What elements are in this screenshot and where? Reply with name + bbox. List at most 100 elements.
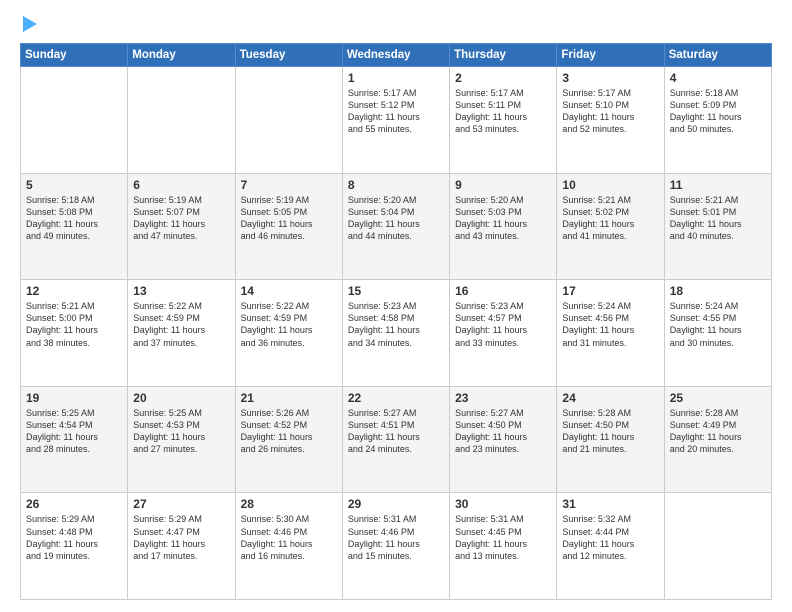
- logo-text: [20, 16, 37, 33]
- day-number: 26: [26, 497, 122, 511]
- weekday-saturday: Saturday: [664, 44, 771, 67]
- day-number: 20: [133, 391, 229, 405]
- day-number: 16: [455, 284, 551, 298]
- day-info: Sunrise: 5:32 AM Sunset: 4:44 PM Dayligh…: [562, 513, 658, 562]
- day-number: 7: [241, 178, 337, 192]
- calendar-cell: 3 Sunrise: 5:17 AM Sunset: 5:10 PM Daylig…: [557, 67, 664, 174]
- day-info: Sunrise: 5:17 AM Sunset: 5:12 PM Dayligh…: [348, 87, 444, 136]
- calendar-cell: 14 Sunrise: 5:22 AM Sunset: 4:59 PM Dayli…: [235, 280, 342, 387]
- calendar-cell: 13 Sunrise: 5:22 AM Sunset: 4:59 PM Dayli…: [128, 280, 235, 387]
- day-number: 3: [562, 71, 658, 85]
- calendar-cell: 27Sunrise: 5:29 AM Sunset: 4:47 PM Dayli…: [128, 493, 235, 600]
- day-number: 27: [133, 497, 229, 511]
- page: SundayMondayTuesdayWednesdayThursdayFrid…: [0, 0, 792, 612]
- day-info: Sunrise: 5:27 AM Sunset: 4:51 PM Dayligh…: [348, 407, 444, 456]
- calendar-cell: 25 Sunrise: 5:28 AM Sunset: 4:49 PM Dayli…: [664, 386, 771, 493]
- calendar-cell: 23 Sunrise: 5:27 AM Sunset: 4:50 PM Dayli…: [450, 386, 557, 493]
- day-info: Sunrise: 5:22 AM Sunset: 4:59 PM Dayligh…: [241, 300, 337, 349]
- day-info: Sunrise: 5:21 AM Sunset: 5:02 PM Dayligh…: [562, 194, 658, 243]
- day-number: 12: [26, 284, 122, 298]
- day-number: 14: [241, 284, 337, 298]
- day-info: Sunrise: 5:24 AM Sunset: 4:56 PM Dayligh…: [562, 300, 658, 349]
- week-row-4: 26 Sunrise: 5:29 AM Sunset: 4:48 PM Dayli…: [21, 493, 772, 600]
- day-info: Sunrise: 5:26 AM Sunset: 4:52 PM Dayligh…: [241, 407, 337, 456]
- weekday-tuesday: Tuesday: [235, 44, 342, 67]
- day-info: Sunrise: 5:22 AM Sunset: 4:59 PM Dayligh…: [133, 300, 229, 349]
- day-info: Sunrise: 5:17 AM Sunset: 5:11 PM Dayligh…: [455, 87, 551, 136]
- day-info: Sunrise: 5:20 AM Sunset: 5:03 PM Dayligh…: [455, 194, 551, 243]
- calendar-table: SundayMondayTuesdayWednesdayThursdayFrid…: [20, 43, 772, 600]
- calendar-cell: 16 Sunrise: 5:23 AM Sunset: 4:57 PM Dayli…: [450, 280, 557, 387]
- day-info: Sunrise: 5:17 AM Sunset: 5:10 PM Dayligh…: [562, 87, 658, 136]
- calendar-cell: 11 Sunrise: 5:21 AM Sunset: 5:01 PM Dayli…: [664, 173, 771, 280]
- week-row-1: 5 Sunrise: 5:18 AM Sunset: 5:08 PM Daylig…: [21, 173, 772, 280]
- day-number: 9: [455, 178, 551, 192]
- calendar-cell: 17 Sunrise: 5:24 AM Sunset: 4:56 PM Dayli…: [557, 280, 664, 387]
- calendar-cell: 18Sunrise: 5:24 AM Sunset: 4:55 PM Dayli…: [664, 280, 771, 387]
- day-number: 18: [670, 284, 766, 298]
- day-info: Sunrise: 5:23 AM Sunset: 4:57 PM Dayligh…: [455, 300, 551, 349]
- day-number: 1: [348, 71, 444, 85]
- calendar-cell: 6 Sunrise: 5:19 AM Sunset: 5:07 PM Daylig…: [128, 173, 235, 280]
- day-number: 11: [670, 178, 766, 192]
- day-info: Sunrise: 5:27 AM Sunset: 4:50 PM Dayligh…: [455, 407, 551, 456]
- week-row-3: 19 Sunrise: 5:25 AM Sunset: 4:54 PM Dayli…: [21, 386, 772, 493]
- logo-arrow-icon: [23, 16, 37, 32]
- weekday-monday: Monday: [128, 44, 235, 67]
- day-number: 13: [133, 284, 229, 298]
- day-info: Sunrise: 5:28 AM Sunset: 4:49 PM Dayligh…: [670, 407, 766, 456]
- weekday-sunday: Sunday: [21, 44, 128, 67]
- day-number: 30: [455, 497, 551, 511]
- day-number: 15: [348, 284, 444, 298]
- calendar-cell: 12 Sunrise: 5:21 AM Sunset: 5:00 PM Dayli…: [21, 280, 128, 387]
- day-number: 28: [241, 497, 337, 511]
- week-row-0: 1 Sunrise: 5:17 AM Sunset: 5:12 PM Daylig…: [21, 67, 772, 174]
- day-info: Sunrise: 5:20 AM Sunset: 5:04 PM Dayligh…: [348, 194, 444, 243]
- day-number: 5: [26, 178, 122, 192]
- weekday-friday: Friday: [557, 44, 664, 67]
- calendar-cell: [128, 67, 235, 174]
- calendar-cell: 8 Sunrise: 5:20 AM Sunset: 5:04 PM Daylig…: [342, 173, 449, 280]
- calendar-cell: 31Sunrise: 5:32 AM Sunset: 4:44 PM Dayli…: [557, 493, 664, 600]
- day-info: Sunrise: 5:25 AM Sunset: 4:54 PM Dayligh…: [26, 407, 122, 456]
- day-number: 23: [455, 391, 551, 405]
- day-number: 24: [562, 391, 658, 405]
- calendar-cell: 10 Sunrise: 5:21 AM Sunset: 5:02 PM Dayli…: [557, 173, 664, 280]
- calendar-cell: 9 Sunrise: 5:20 AM Sunset: 5:03 PM Daylig…: [450, 173, 557, 280]
- calendar-cell: 19 Sunrise: 5:25 AM Sunset: 4:54 PM Dayli…: [21, 386, 128, 493]
- day-info: Sunrise: 5:28 AM Sunset: 4:50 PM Dayligh…: [562, 407, 658, 456]
- weekday-thursday: Thursday: [450, 44, 557, 67]
- day-number: 4: [670, 71, 766, 85]
- day-info: Sunrise: 5:21 AM Sunset: 5:00 PM Dayligh…: [26, 300, 122, 349]
- day-number: 2: [455, 71, 551, 85]
- day-info: Sunrise: 5:19 AM Sunset: 5:05 PM Dayligh…: [241, 194, 337, 243]
- day-info: Sunrise: 5:31 AM Sunset: 4:46 PM Dayligh…: [348, 513, 444, 562]
- week-row-2: 12 Sunrise: 5:21 AM Sunset: 5:00 PM Dayli…: [21, 280, 772, 387]
- logo: [20, 16, 37, 33]
- day-info: Sunrise: 5:29 AM Sunset: 4:48 PM Dayligh…: [26, 513, 122, 562]
- day-number: 10: [562, 178, 658, 192]
- day-info: Sunrise: 5:30 AM Sunset: 4:46 PM Dayligh…: [241, 513, 337, 562]
- calendar-cell: 20Sunrise: 5:25 AM Sunset: 4:53 PM Dayli…: [128, 386, 235, 493]
- day-info: Sunrise: 5:21 AM Sunset: 5:01 PM Dayligh…: [670, 194, 766, 243]
- day-info: Sunrise: 5:19 AM Sunset: 5:07 PM Dayligh…: [133, 194, 229, 243]
- logo-blue: [20, 16, 37, 33]
- day-number: 17: [562, 284, 658, 298]
- weekday-wednesday: Wednesday: [342, 44, 449, 67]
- calendar-cell: 24 Sunrise: 5:28 AM Sunset: 4:50 PM Dayli…: [557, 386, 664, 493]
- weekday-header-row: SundayMondayTuesdayWednesdayThursdayFrid…: [21, 44, 772, 67]
- day-number: 21: [241, 391, 337, 405]
- calendar-cell: 7 Sunrise: 5:19 AM Sunset: 5:05 PM Daylig…: [235, 173, 342, 280]
- day-number: 6: [133, 178, 229, 192]
- calendar-cell: 30Sunrise: 5:31 AM Sunset: 4:45 PM Dayli…: [450, 493, 557, 600]
- day-number: 25: [670, 391, 766, 405]
- calendar-cell: 5 Sunrise: 5:18 AM Sunset: 5:08 PM Daylig…: [21, 173, 128, 280]
- day-number: 8: [348, 178, 444, 192]
- day-info: Sunrise: 5:18 AM Sunset: 5:08 PM Dayligh…: [26, 194, 122, 243]
- calendar-cell: 2 Sunrise: 5:17 AM Sunset: 5:11 PM Daylig…: [450, 67, 557, 174]
- calendar-cell: 26 Sunrise: 5:29 AM Sunset: 4:48 PM Dayli…: [21, 493, 128, 600]
- day-number: 19: [26, 391, 122, 405]
- day-info: Sunrise: 5:18 AM Sunset: 5:09 PM Dayligh…: [670, 87, 766, 136]
- day-info: Sunrise: 5:23 AM Sunset: 4:58 PM Dayligh…: [348, 300, 444, 349]
- calendar-cell: 22Sunrise: 5:27 AM Sunset: 4:51 PM Dayli…: [342, 386, 449, 493]
